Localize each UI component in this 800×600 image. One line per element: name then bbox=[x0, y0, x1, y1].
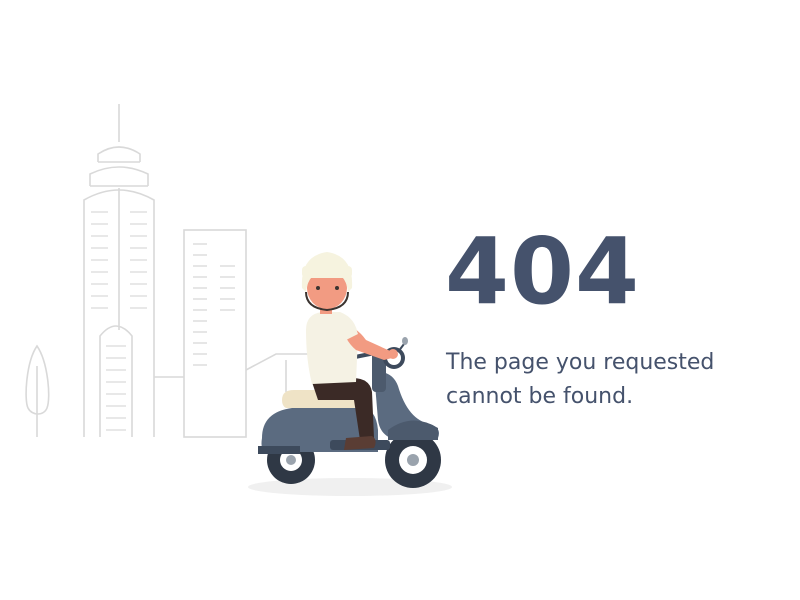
not-found-page: 404 The page you requested cannot be fou… bbox=[0, 0, 800, 600]
error-description: The page you requested cannot be found. bbox=[446, 346, 775, 414]
tree-icon bbox=[25, 344, 50, 437]
city-skyline-icon bbox=[83, 104, 330, 438]
error-description-line1: The page you requested bbox=[446, 350, 715, 375]
error-description-line2: cannot be found. bbox=[446, 384, 634, 409]
error-code: 404 bbox=[445, 218, 641, 325]
error-message: 404 The page you requested cannot be fou… bbox=[445, 222, 775, 414]
